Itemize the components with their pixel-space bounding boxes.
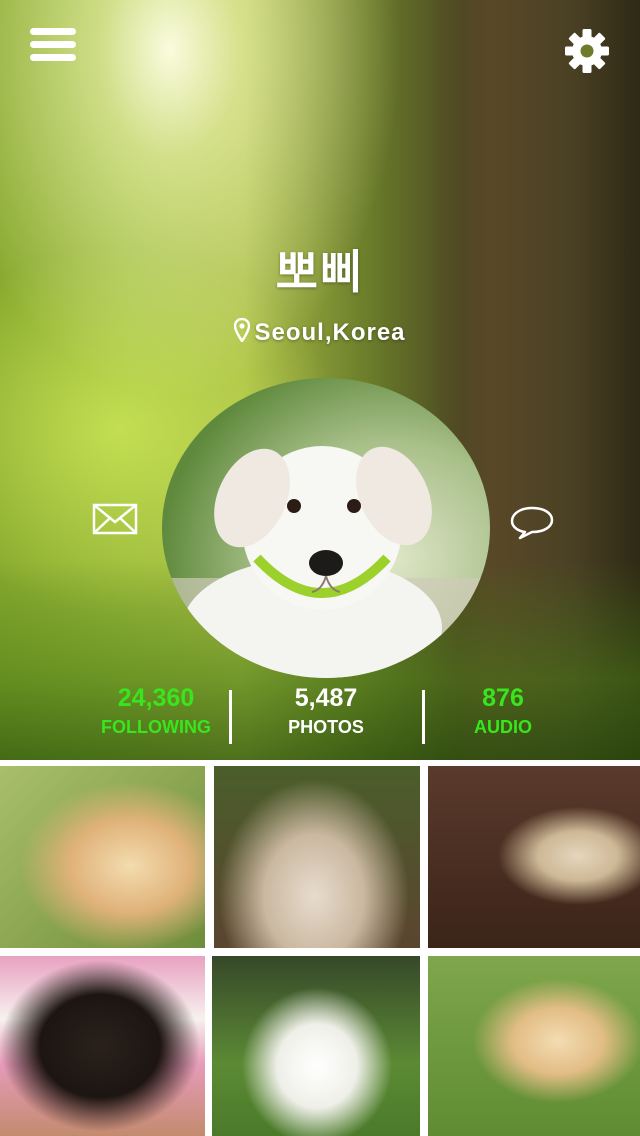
photo-grid: [0, 762, 640, 1136]
hamburger-menu-icon[interactable]: [30, 28, 76, 66]
gear-icon[interactable]: [562, 26, 612, 76]
profile-name: 뽀삐: [275, 246, 365, 298]
white-maltese-photo[interactable]: [212, 956, 420, 1136]
stat-label: AUDIO: [474, 717, 532, 737]
profile-location: Seoul,Korea: [0, 317, 640, 349]
stat-value: 5,487: [294, 684, 358, 712]
golden-puppy-in-bowl-photo[interactable]: [428, 956, 640, 1136]
profile-stats: 24,360 FOLLOWING 5,487 PHOTOS 876 AUDIO: [0, 682, 640, 752]
location-text: Seoul,Korea: [254, 319, 406, 346]
profile-screen: 뽀삐 Seoul,Korea 24,360 FOLLOWING 5,487 PH…: [0, 0, 640, 1136]
pug-on-floor-photo[interactable]: [428, 766, 640, 948]
stat-value: 24,360: [117, 684, 195, 712]
pug-in-blanket-photo[interactable]: [214, 766, 420, 948]
stat-value: 876: [482, 684, 524, 712]
dachshund-puppy-photo[interactable]: [0, 956, 205, 1136]
mail-icon[interactable]: [92, 502, 138, 536]
location-pin-icon: [234, 317, 251, 349]
stat-label: PHOTOS: [288, 717, 364, 737]
golden-retriever-puppy-photo[interactable]: [0, 766, 205, 948]
avatar[interactable]: [162, 378, 490, 678]
stat-divider: [422, 690, 425, 744]
stat-divider: [229, 690, 232, 744]
stat-following[interactable]: 24,360 FOLLOWING: [90, 682, 222, 740]
chat-bubble-icon[interactable]: [508, 504, 556, 540]
stat-photos[interactable]: 5,487 PHOTOS: [260, 682, 392, 740]
stat-audio[interactable]: 876 AUDIO: [440, 682, 566, 740]
profile-header: 뽀삐 Seoul,Korea 24,360 FOLLOWING 5,487 PH…: [0, 0, 640, 760]
stat-label: FOLLOWING: [101, 717, 211, 737]
